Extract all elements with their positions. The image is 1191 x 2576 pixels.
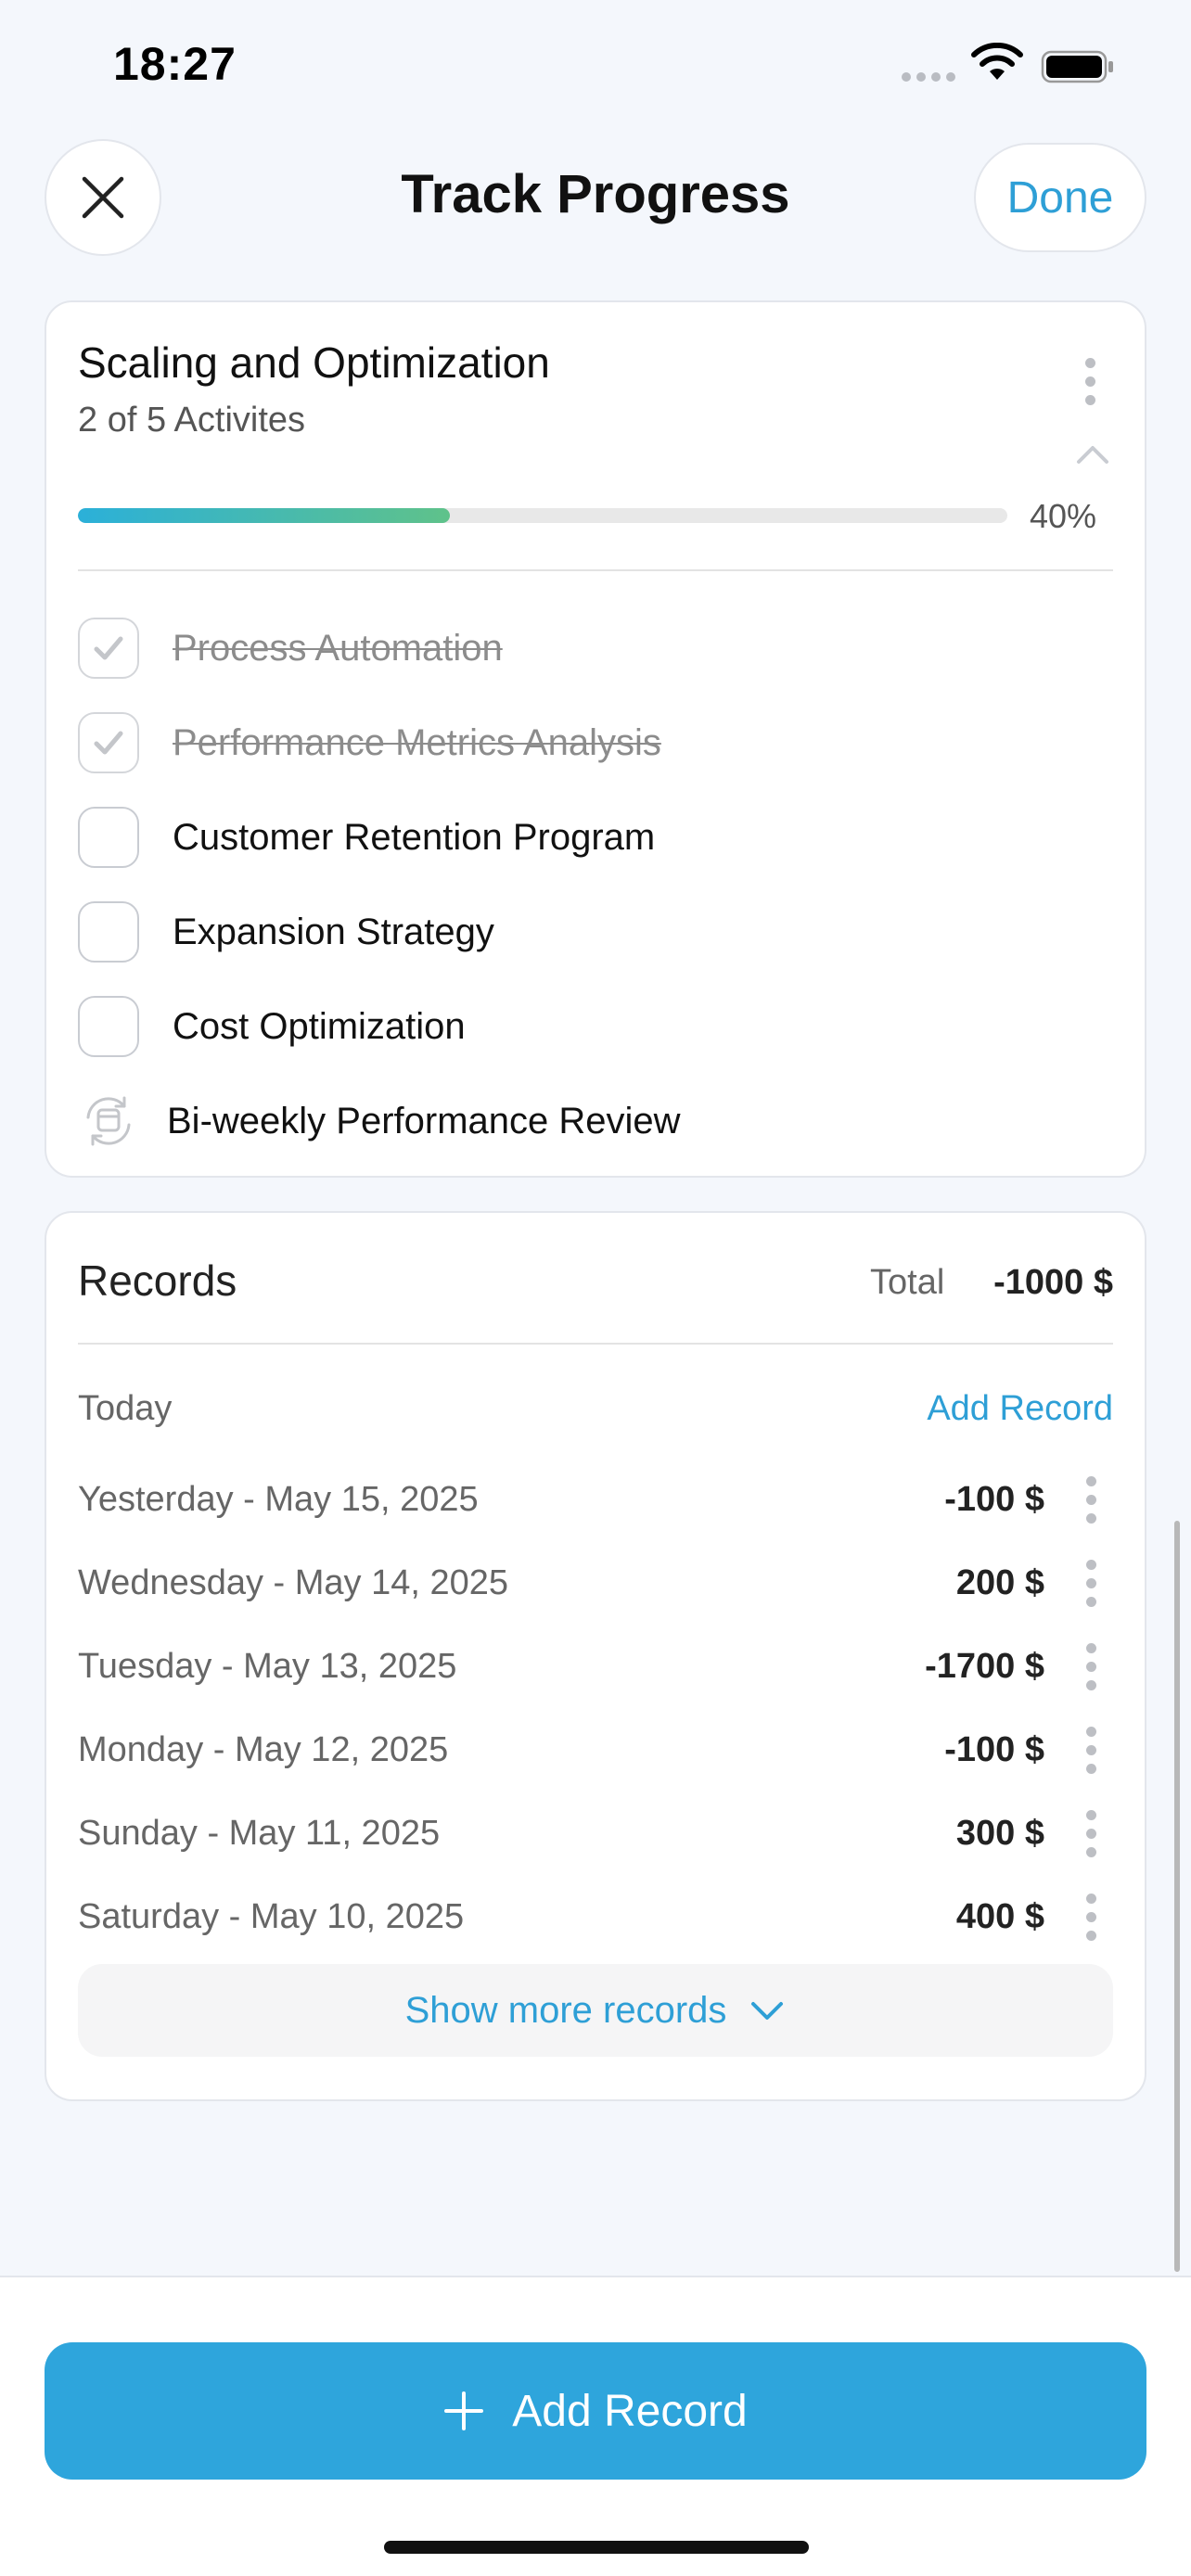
total-label: Total — [870, 1263, 945, 1302]
battery-icon — [1041, 50, 1113, 83]
recurring-icon — [78, 1090, 139, 1152]
activity-label: Cost Optimization — [173, 1005, 466, 1047]
add-record-button[interactable]: Add Record — [45, 2342, 1146, 2480]
record-date: Wednesday - May 14, 2025 — [78, 1563, 509, 1602]
more-vertical-icon[interactable] — [1086, 1810, 1096, 1857]
done-button[interactable]: Done — [974, 143, 1146, 252]
record-date: Tuesday - May 13, 2025 — [78, 1647, 457, 1686]
activity-label: Bi-weekly Performance Review — [167, 1100, 681, 1141]
progress-fill — [78, 508, 450, 523]
record-date: Sunday - May 11, 2025 — [78, 1814, 441, 1853]
more-vertical-icon[interactable] — [1085, 358, 1095, 405]
record-date: Yesterday - May 15, 2025 — [78, 1480, 479, 1519]
record-row[interactable]: Tuesday - May 13, 2025 -1700 $ — [78, 1626, 1113, 1710]
more-vertical-icon[interactable] — [1086, 1560, 1096, 1607]
add-record-label: Add Record — [512, 2386, 748, 2436]
record-row[interactable]: Yesterday - May 15, 2025 -100 $ — [78, 1460, 1113, 1543]
records-title: Records — [78, 1256, 237, 1305]
show-more-records-button[interactable]: Show more records — [78, 1964, 1113, 2057]
chevron-down-icon — [751, 2002, 784, 2020]
record-row[interactable]: Sunday - May 11, 2025 300 $ — [78, 1793, 1113, 1877]
more-vertical-icon[interactable] — [1086, 1894, 1096, 1941]
chevron-up-icon[interactable] — [1074, 440, 1111, 467]
wifi-icon — [971, 43, 1023, 80]
divider — [78, 1343, 1113, 1345]
activity-checkbox[interactable] — [78, 901, 139, 963]
activity-label: Process Automation — [173, 627, 503, 669]
activity-label: Customer Retention Program — [173, 816, 656, 858]
record-amount: -1700 $ — [925, 1647, 1044, 1686]
activity-checkbox[interactable] — [78, 996, 139, 1057]
show-more-label: Show more records — [404, 1989, 727, 2031]
activity-item[interactable]: Cost Optimization — [78, 979, 1113, 1074]
record-list: Yesterday - May 15, 2025 -100 $ Wednesda… — [78, 1460, 1113, 1960]
total-value: -1000 $ — [993, 1263, 1113, 1302]
more-vertical-icon[interactable] — [1086, 1476, 1096, 1524]
goal-card: Scaling and Optimization 2 of 5 Activite… — [45, 300, 1146, 1178]
add-record-link[interactable]: Add Record — [927, 1389, 1113, 1429]
divider — [78, 569, 1113, 571]
records-card: Records Total -1000 $ Today Add Record Y… — [45, 1211, 1146, 2101]
record-amount: 300 $ — [955, 1814, 1044, 1853]
status-bar: 18:27 — [0, 0, 1191, 139]
checkmark-icon — [94, 636, 123, 660]
activity-item[interactable]: Performance Metrics Analysis — [78, 695, 1113, 790]
recurring-activity-item[interactable]: Bi-weekly Performance Review — [78, 1074, 1113, 1168]
record-amount: 400 $ — [955, 1897, 1044, 1936]
record-date: Saturday - May 10, 2025 — [78, 1897, 465, 1936]
activity-item[interactable]: Expansion Strategy — [78, 885, 1113, 979]
today-label: Today — [78, 1389, 173, 1428]
activity-list: Process Automation Performance Metrics A… — [78, 601, 1113, 1168]
progress-bar — [78, 508, 1007, 523]
home-indicator — [384, 2541, 809, 2554]
scrollbar[interactable] — [1174, 1521, 1180, 2272]
progress-percentage: 40% — [1030, 497, 1097, 535]
record-amount: 200 $ — [955, 1563, 1044, 1602]
goal-title: Scaling and Optimization — [78, 338, 550, 387]
plus-icon — [444, 2391, 484, 2430]
record-date: Monday - May 12, 2025 — [78, 1730, 449, 1769]
goal-activity-count: 2 of 5 Activites — [78, 401, 306, 440]
activity-checkbox[interactable] — [78, 807, 139, 868]
activity-checkbox[interactable] — [78, 712, 139, 773]
record-row[interactable]: Monday - May 12, 2025 -100 $ — [78, 1710, 1113, 1793]
record-amount: -100 $ — [944, 1730, 1044, 1769]
more-vertical-icon[interactable] — [1086, 1727, 1096, 1774]
activity-checkbox[interactable] — [78, 618, 139, 679]
checkmark-icon — [94, 731, 123, 755]
record-amount: -100 $ — [944, 1480, 1044, 1519]
record-row[interactable]: Wednesday - May 14, 2025 200 $ — [78, 1543, 1113, 1626]
cellular-signal-icon — [902, 72, 955, 82]
status-time: 18:27 — [113, 38, 237, 90]
activity-label: Expansion Strategy — [173, 911, 494, 952]
activity-item[interactable]: Process Automation — [78, 601, 1113, 695]
today-row: Today Add Record — [78, 1384, 1113, 1439]
activity-item[interactable]: Customer Retention Program — [78, 790, 1113, 885]
activity-label: Performance Metrics Analysis — [173, 721, 661, 763]
more-vertical-icon[interactable] — [1086, 1643, 1096, 1690]
record-row[interactable]: Saturday - May 10, 2025 400 $ — [78, 1877, 1113, 1960]
